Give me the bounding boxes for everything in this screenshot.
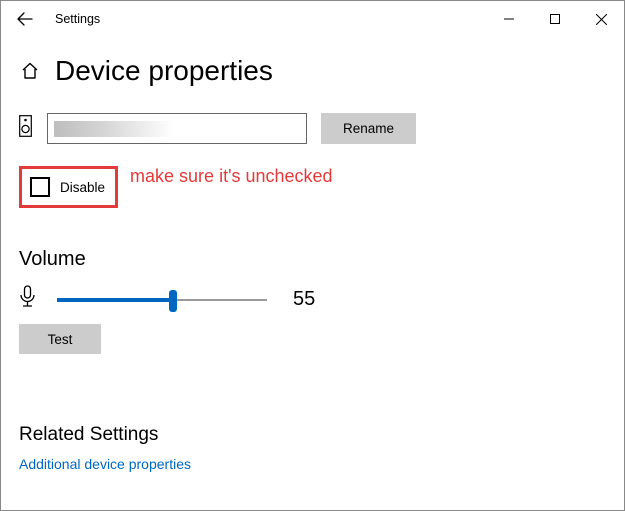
- slider-thumb[interactable]: [169, 290, 177, 312]
- volume-slider[interactable]: [57, 288, 267, 312]
- page-header: Device properties: [19, 55, 606, 87]
- minimize-icon: [504, 14, 514, 24]
- disable-checkbox-group: Disable: [19, 166, 118, 208]
- related-settings-heading: Related Settings: [19, 424, 606, 446]
- page-title: Device properties: [55, 55, 273, 87]
- disable-label: Disable: [60, 180, 105, 195]
- disable-checkbox[interactable]: [30, 177, 50, 197]
- test-button[interactable]: Test: [19, 324, 101, 354]
- device-name-text-redacted: [54, 121, 174, 137]
- device-name-row: Rename: [19, 113, 606, 144]
- device-name-input[interactable]: [47, 113, 307, 144]
- microphone-icon: [19, 285, 37, 314]
- maximize-icon: [550, 14, 560, 24]
- speaker-icon: [19, 115, 33, 142]
- additional-device-properties-link[interactable]: Additional device properties: [19, 456, 191, 472]
- window-title: Settings: [55, 12, 100, 26]
- content-area: Device properties Rename Disable make su…: [1, 55, 624, 474]
- close-button[interactable]: [578, 3, 624, 35]
- window-controls: [486, 3, 624, 35]
- minimize-button[interactable]: [486, 3, 532, 35]
- volume-row: 55: [19, 285, 606, 314]
- annotation-text: make sure it's unchecked: [130, 166, 333, 187]
- back-arrow-icon: [17, 11, 33, 27]
- close-icon: [596, 14, 607, 25]
- maximize-button[interactable]: [532, 3, 578, 35]
- rename-button[interactable]: Rename: [321, 113, 416, 144]
- volume-heading: Volume: [19, 248, 606, 271]
- volume-value: 55: [293, 288, 315, 311]
- slider-fill: [57, 298, 173, 302]
- titlebar: Settings: [1, 1, 624, 37]
- back-button[interactable]: [13, 7, 37, 31]
- home-icon[interactable]: [19, 60, 41, 82]
